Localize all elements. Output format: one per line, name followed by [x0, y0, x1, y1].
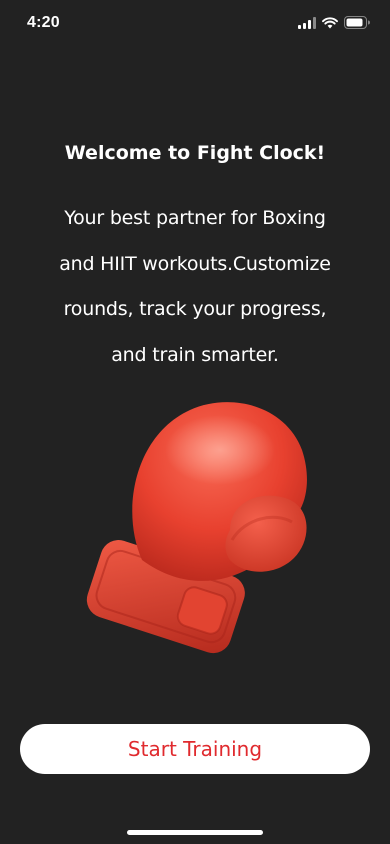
home-indicator[interactable]	[127, 830, 263, 835]
status-bar: 4:20	[0, 0, 390, 47]
signal-icon	[298, 16, 316, 29]
wifi-icon	[322, 16, 338, 28]
description-line: and train smarter.	[111, 343, 279, 366]
description-line: rounds, track your progress,	[63, 298, 327, 320]
welcome-title: Welcome to Fight Clock!	[64, 142, 326, 164]
welcome-description: Your best partner for Boxing and HIIT wo…	[45, 196, 345, 378]
boxing-glove-icon	[86, 402, 307, 654]
status-time: 4:20	[27, 14, 60, 31]
boxing-glove-illustration	[80, 390, 320, 670]
status-icons	[298, 16, 370, 29]
description-line: and HIIT workouts.Customize	[59, 252, 331, 275]
start-training-button[interactable]: Start Training	[20, 724, 370, 774]
description-line: Your best partner for Boxing	[64, 207, 326, 229]
battery-icon	[344, 16, 370, 29]
